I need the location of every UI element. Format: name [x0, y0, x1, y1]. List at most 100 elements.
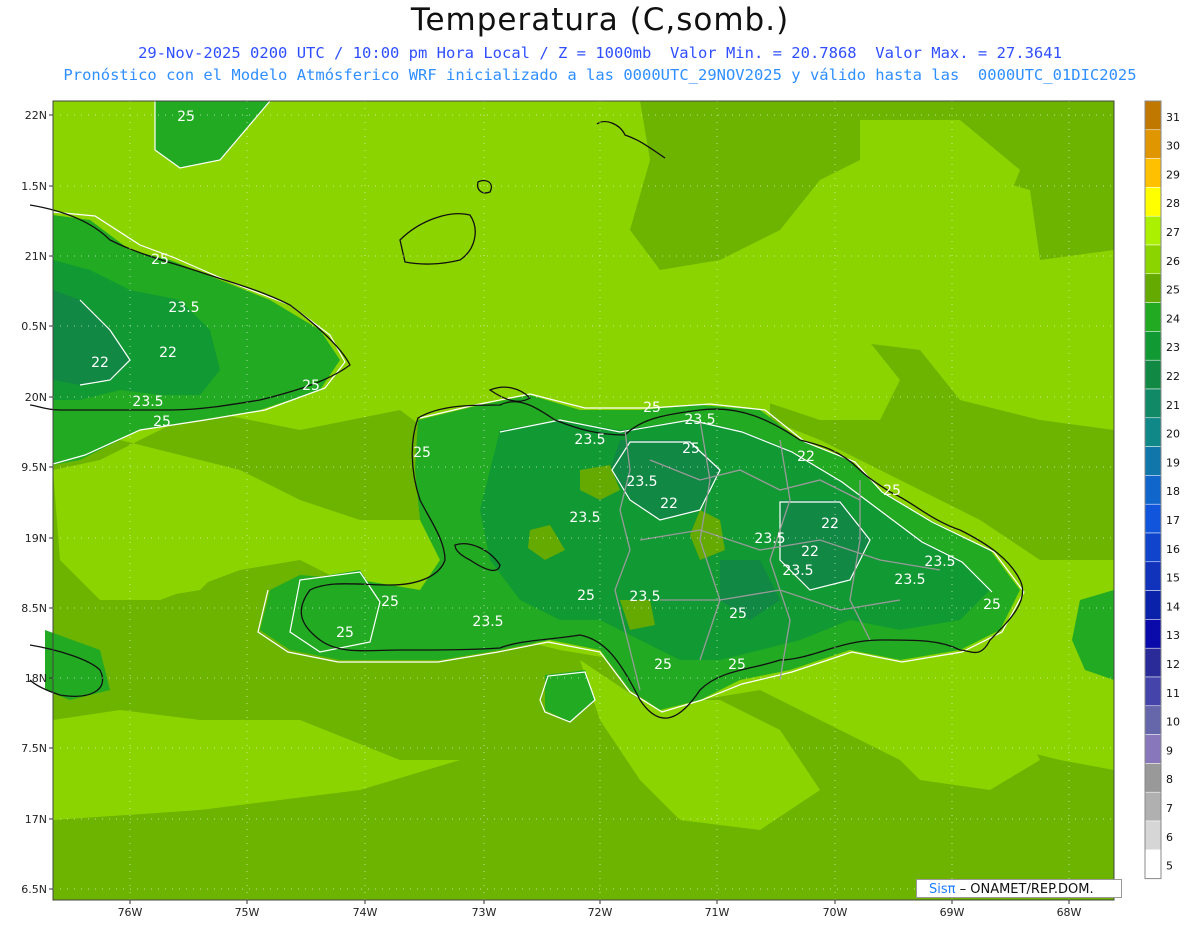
- lat-label: 21N: [25, 250, 47, 263]
- colorbar-swatch: [1144, 647, 1162, 678]
- colorbar-label: 6: [1166, 831, 1173, 844]
- colorbar-label: 12: [1166, 658, 1180, 671]
- contour-label: 23.5: [626, 474, 657, 490]
- contour-label: 25: [302, 378, 320, 394]
- lat-label: 0.5N: [21, 320, 47, 333]
- colorbar-swatch: [1144, 359, 1162, 390]
- colorbar-swatch: [1144, 331, 1162, 361]
- contour-label: 22: [801, 544, 819, 560]
- contour-label: 22: [797, 449, 815, 465]
- colorbar-swatch: [1144, 244, 1162, 275]
- colorbar-swatch: [1144, 215, 1162, 246]
- lon-label: 69W: [940, 906, 965, 919]
- lon-label: 68W: [1057, 906, 1082, 919]
- colorbar-swatch: [1144, 417, 1162, 447]
- colorbar-label: 26: [1166, 255, 1180, 268]
- contour-label: 25: [381, 594, 399, 610]
- colorbar-label: 19: [1166, 456, 1180, 469]
- lon-label: 75W: [235, 906, 260, 919]
- colorbar-label: 30: [1166, 140, 1180, 153]
- colorbar-swatch: [1144, 849, 1162, 879]
- colorbar-label: 23: [1166, 341, 1180, 354]
- lat-label: 20N: [25, 391, 47, 404]
- colorbar-swatch: [1144, 302, 1162, 332]
- credit-box: Sisπ – ONAMET/REP.DOM.: [916, 879, 1122, 898]
- colorbar-label: 8: [1166, 773, 1173, 786]
- colorbar-swatch: [1144, 676, 1162, 707]
- temperature-map: 252523.522222523.525252523.52523.52223.5…: [21, 100, 1180, 919]
- colorbar-swatch: [1144, 590, 1162, 620]
- credit-org: – ONAMET/REP.DOM.: [955, 882, 1094, 897]
- contour-label: 25: [336, 625, 354, 641]
- colorbar-swatch: [1144, 619, 1162, 649]
- lat-label: 18N: [25, 672, 47, 685]
- colorbar-label: 22: [1166, 370, 1180, 383]
- colorbar-label: 21: [1166, 399, 1180, 412]
- colorbar-swatch: [1144, 763, 1162, 793]
- colorbar-swatch: [1144, 561, 1162, 591]
- contour-label: 25: [413, 445, 431, 461]
- colorbar-label: 13: [1166, 629, 1180, 642]
- colorbar-swatch: [1144, 820, 1162, 851]
- contour-label: 22: [91, 355, 109, 371]
- contour-label: 23.5: [132, 394, 163, 410]
- colorbar-swatch: [1144, 705, 1162, 735]
- lat-label: 8.5N: [21, 602, 47, 615]
- contour-label: 25: [728, 657, 746, 673]
- lon-label: 71W: [705, 906, 730, 919]
- latitude-axis: 22N 1.5N 21N 0.5N 20N 9.5N 19N 8.5N 18N 7.5N 17N 6.…: [21, 109, 53, 896]
- colorbar: 31 30 29 28 27 26 25 24 23 22 21 20 19 18 17 16 15 14 13 12…: [1144, 100, 1180, 880]
- contour-label: 25: [151, 252, 169, 268]
- lat-label: 1.5N: [21, 180, 47, 193]
- colorbar-label: 31: [1166, 111, 1180, 124]
- colorbar-label: 11: [1166, 687, 1180, 700]
- colorbar-label: 24: [1166, 312, 1180, 325]
- contour-label: 25: [883, 483, 901, 499]
- credit-brand: Sisπ: [929, 882, 956, 897]
- colorbar-swatch: [1144, 187, 1162, 217]
- colorbar-label: 20: [1166, 428, 1180, 441]
- colorbar-swatch: [1144, 791, 1162, 822]
- colorbar-label: 9: [1166, 744, 1173, 757]
- colorbar-label: 18: [1166, 485, 1180, 498]
- colorbar-label: 29: [1166, 168, 1180, 181]
- colorbar-swatch: [1144, 388, 1162, 419]
- colorbar-label: 10: [1166, 716, 1180, 729]
- lon-label: 72W: [588, 906, 613, 919]
- colorbar-swatch: [1144, 158, 1162, 188]
- colorbar-label: 27: [1166, 226, 1180, 239]
- colorbar-label: 14: [1166, 600, 1180, 613]
- lat-label: 9.5N: [21, 461, 47, 474]
- colorbar-label: 5: [1166, 860, 1173, 873]
- contour-label: 25: [654, 657, 672, 673]
- colorbar-label: 15: [1166, 572, 1180, 585]
- contour-label: 25: [729, 606, 747, 622]
- contour-label: 23.5: [924, 554, 955, 570]
- colorbar-swatch: [1144, 446, 1162, 476]
- contour-label: 25: [643, 400, 661, 416]
- contour-label: 23.5: [894, 572, 925, 588]
- contour-label: 22: [660, 496, 678, 512]
- colorbar-label: 17: [1166, 514, 1180, 527]
- lat-label: 22N: [25, 109, 47, 122]
- contour-label: 23.5: [168, 300, 199, 316]
- colorbar-label: 16: [1166, 543, 1180, 556]
- contour-label: 23.5: [569, 510, 600, 526]
- contour-label: 23.5: [472, 614, 503, 630]
- longitude-axis: 76W 75W 74W 73W 72W 71W 70W 69W 68W: [118, 900, 1082, 919]
- colorbar-label: 28: [1166, 197, 1180, 210]
- lon-label: 70W: [823, 906, 848, 919]
- contour-label: 25: [153, 414, 171, 430]
- contour-label: 23.5: [684, 412, 715, 428]
- contour-label: 22: [159, 345, 177, 361]
- contour-label: 25: [177, 109, 195, 125]
- colorbar-swatch: [1144, 100, 1162, 131]
- lat-label: 7.5N: [21, 742, 47, 755]
- contour-label: 23.5: [574, 432, 605, 448]
- lat-label: 6.5N: [21, 883, 47, 896]
- lon-label: 74W: [353, 906, 378, 919]
- contour-label: 23.5: [782, 563, 813, 579]
- lon-label: 73W: [472, 906, 497, 919]
- colorbar-swatch: [1144, 475, 1162, 505]
- contour-label: 25: [577, 588, 595, 604]
